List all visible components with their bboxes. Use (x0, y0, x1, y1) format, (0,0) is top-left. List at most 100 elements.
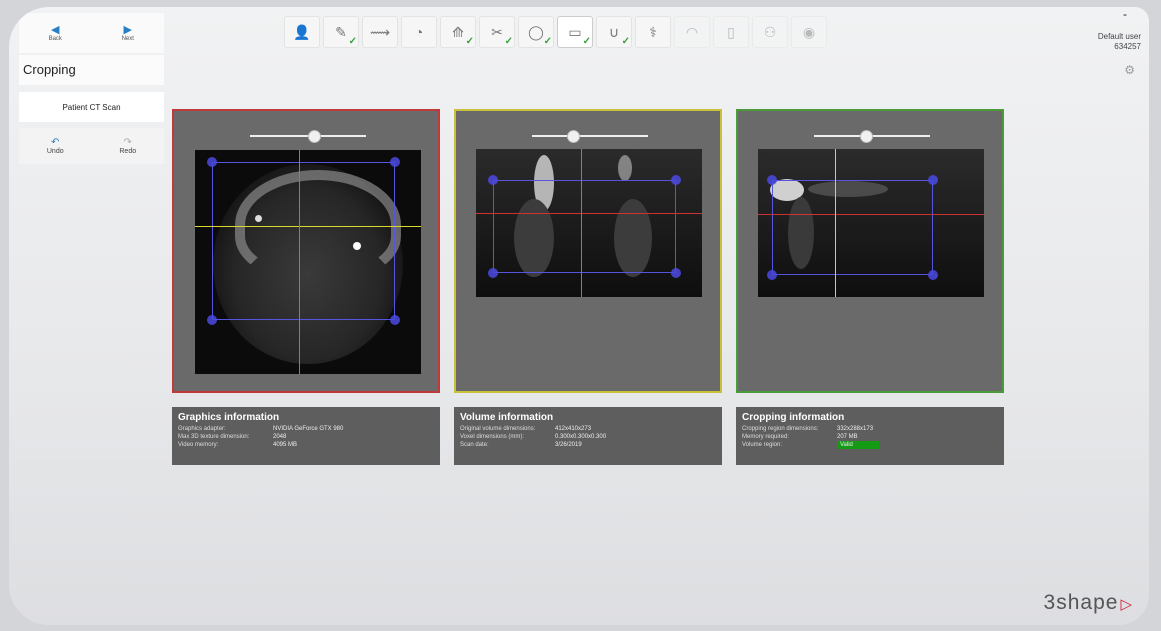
info-value: 412x410x273 (555, 426, 592, 432)
sagittal-slice-slider-thumb[interactable] (860, 130, 874, 143)
checkmark-icon: ✓ (504, 36, 513, 47)
arrow-right-icon: ▶ (123, 23, 132, 36)
crop-volume-icon: ▭ (568, 23, 582, 40)
nerve-icon: ⚕ (649, 23, 657, 40)
crop-handle[interactable] (767, 270, 777, 280)
arrow-left-icon: ◀ (51, 23, 60, 36)
cropping-information-title: Cropping information (742, 412, 845, 423)
brand-logo: 3shape ▷ (1044, 591, 1133, 615)
crop-region-box[interactable] (493, 180, 676, 273)
info-key: Memory required: (742, 434, 790, 440)
info-row: Cropping region dimensions: 332x288x173 (742, 425, 998, 433)
checkmark-icon: ✓ (465, 36, 474, 47)
coronal-slice-slider-thumb[interactable] (566, 130, 580, 143)
info-value: NVIDIA GeForce GTX 980 (273, 426, 344, 432)
checkmark-icon: ✓ (621, 36, 630, 47)
disc-icon: ◉ (802, 23, 816, 40)
redo-button[interactable]: ↷ Redo (92, 128, 165, 164)
coronal-plane-line[interactable] (195, 226, 421, 227)
info-key: Max 3D texture dimension: (178, 434, 250, 440)
volume-information-panel: Volume information Original volume dimen… (454, 407, 722, 465)
axial-view[interactable] (172, 109, 440, 393)
undo-button[interactable]: ↶ Undo (19, 128, 92, 164)
crop-handle[interactable] (390, 157, 400, 167)
volume-information-title: Volume information (460, 412, 554, 423)
brand-logo-text: 3shape (1043, 591, 1119, 614)
navigation-box: ◀ Back ▶ Next (19, 13, 164, 53)
crop-region-box[interactable] (212, 162, 395, 320)
undo-label: Undo (46, 147, 64, 155)
next-button[interactable]: ▶ Next (92, 13, 165, 53)
user-info: Default user 634257 (1098, 32, 1141, 52)
axial-plane-line[interactable] (758, 214, 984, 215)
user-id: 634257 (1114, 42, 1141, 51)
sagittal-plane-line[interactable] (299, 150, 300, 374)
minimize-button[interactable]: - (1123, 7, 1127, 21)
axial-plane-line[interactable] (476, 213, 702, 214)
workflow-step-arch-curve[interactable]: ∪ ✓ (596, 16, 632, 48)
info-value: 207 MB (837, 434, 858, 440)
workflow-step-model[interactable]: ◠ (674, 16, 710, 48)
workflow-toolbar: 👤 ✎ ✓ ⟿ ◔ ⟰ ✓ ✂ ✓ ◯ ✓ ▭ ✓ ∪ ✓ ⚕ ◠ ▯ ⚇ ◉ (284, 15, 830, 49)
crop-handle[interactable] (390, 315, 400, 325)
workflow-step-crop-volume[interactable]: ▭ ✓ (557, 16, 593, 48)
undo-redo-box: ↶ Undo ↷ Redo (19, 128, 164, 164)
sagittal-view[interactable] (736, 109, 1004, 393)
info-row: Voxel dimensions (mm): 0.300x0.300x0.300 (460, 433, 716, 441)
checkmark-icon: ✓ (348, 36, 357, 47)
workflow-step-segmentation[interactable]: ✂ ✓ (479, 16, 515, 48)
coronal-plane-line[interactable] (835, 149, 836, 297)
checkmark-icon: ✓ (582, 36, 591, 47)
model-icon: ◠ (685, 23, 699, 40)
patient-ct-scan-button[interactable]: Patient CT Scan (19, 92, 164, 122)
crop-handle[interactable] (928, 175, 938, 185)
crop-handle[interactable] (488, 268, 498, 278)
crop-region-box[interactable] (772, 180, 933, 275)
workflow-step-tooth[interactable]: ◯ ✓ (518, 16, 554, 48)
workflow-step-prescription[interactable]: ✎ ✓ (323, 16, 359, 48)
workflow-step-disc[interactable]: ◉ (791, 16, 827, 48)
redo-icon: ↷ (123, 136, 132, 148)
workflow-step-implant[interactable]: ▯ (713, 16, 749, 48)
info-row: Memory required: 207 MB (742, 433, 998, 441)
crop-handle[interactable] (207, 157, 217, 167)
lamp-icon: ◔ (414, 24, 424, 40)
scan-import-icon: ⟰ (452, 23, 464, 40)
crop-handle[interactable] (671, 175, 681, 185)
crop-handle[interactable] (488, 175, 498, 185)
implant-tool-icon: ⟿ (369, 23, 391, 40)
crop-handle[interactable] (767, 175, 777, 185)
info-value: 2048 (273, 434, 287, 440)
coronal-view[interactable] (454, 109, 722, 393)
info-row: Scan date: 3/26/2019 (460, 441, 716, 449)
coronal-slice-slider-track[interactable] (532, 135, 648, 137)
logo-triangle-icon: ▷ (1120, 596, 1133, 613)
implant-icon: ▯ (727, 23, 735, 40)
people-icon: ⚇ (763, 23, 777, 40)
user-settings-icon[interactable]: ⚙ (1124, 63, 1135, 77)
back-button[interactable]: ◀ Back (19, 13, 92, 53)
workflow-step-people[interactable]: ⚇ (752, 16, 788, 48)
workflow-step-implant-tool[interactable]: ⟿ (362, 16, 398, 48)
crop-handle[interactable] (207, 315, 217, 325)
info-key: Graphics adapter: (178, 426, 226, 432)
info-key: Video memory: (178, 442, 219, 448)
info-key: Voxel dimensions (mm): (460, 434, 525, 440)
info-key: Volume region: (742, 442, 783, 448)
info-value: 0.300x0.300x0.300 (555, 434, 607, 440)
info-row: Volume region: Valid (742, 441, 998, 449)
sagittal-plane-line[interactable] (581, 149, 582, 297)
crop-handle[interactable] (928, 270, 938, 280)
crop-handle[interactable] (671, 268, 681, 278)
info-value: 3/26/2019 (555, 442, 582, 448)
cropping-information-panel: Cropping information Cropping region dim… (736, 407, 1004, 465)
undo-icon: ↶ (51, 136, 60, 148)
info-row: Graphics adapter: NVIDIA GeForce GTX 980 (178, 425, 434, 433)
workflow-step-scan-import[interactable]: ⟰ ✓ (440, 16, 476, 48)
workflow-step-lamp[interactable]: ◔ (401, 16, 437, 48)
workflow-step-patient-photo[interactable]: 👤 (284, 16, 320, 48)
back-label: Back (48, 35, 62, 42)
workflow-step-nerve[interactable]: ⚕ (635, 16, 671, 48)
axial-slice-slider-thumb[interactable] (307, 130, 321, 143)
info-row: Video memory: 4095 MB (178, 441, 434, 449)
